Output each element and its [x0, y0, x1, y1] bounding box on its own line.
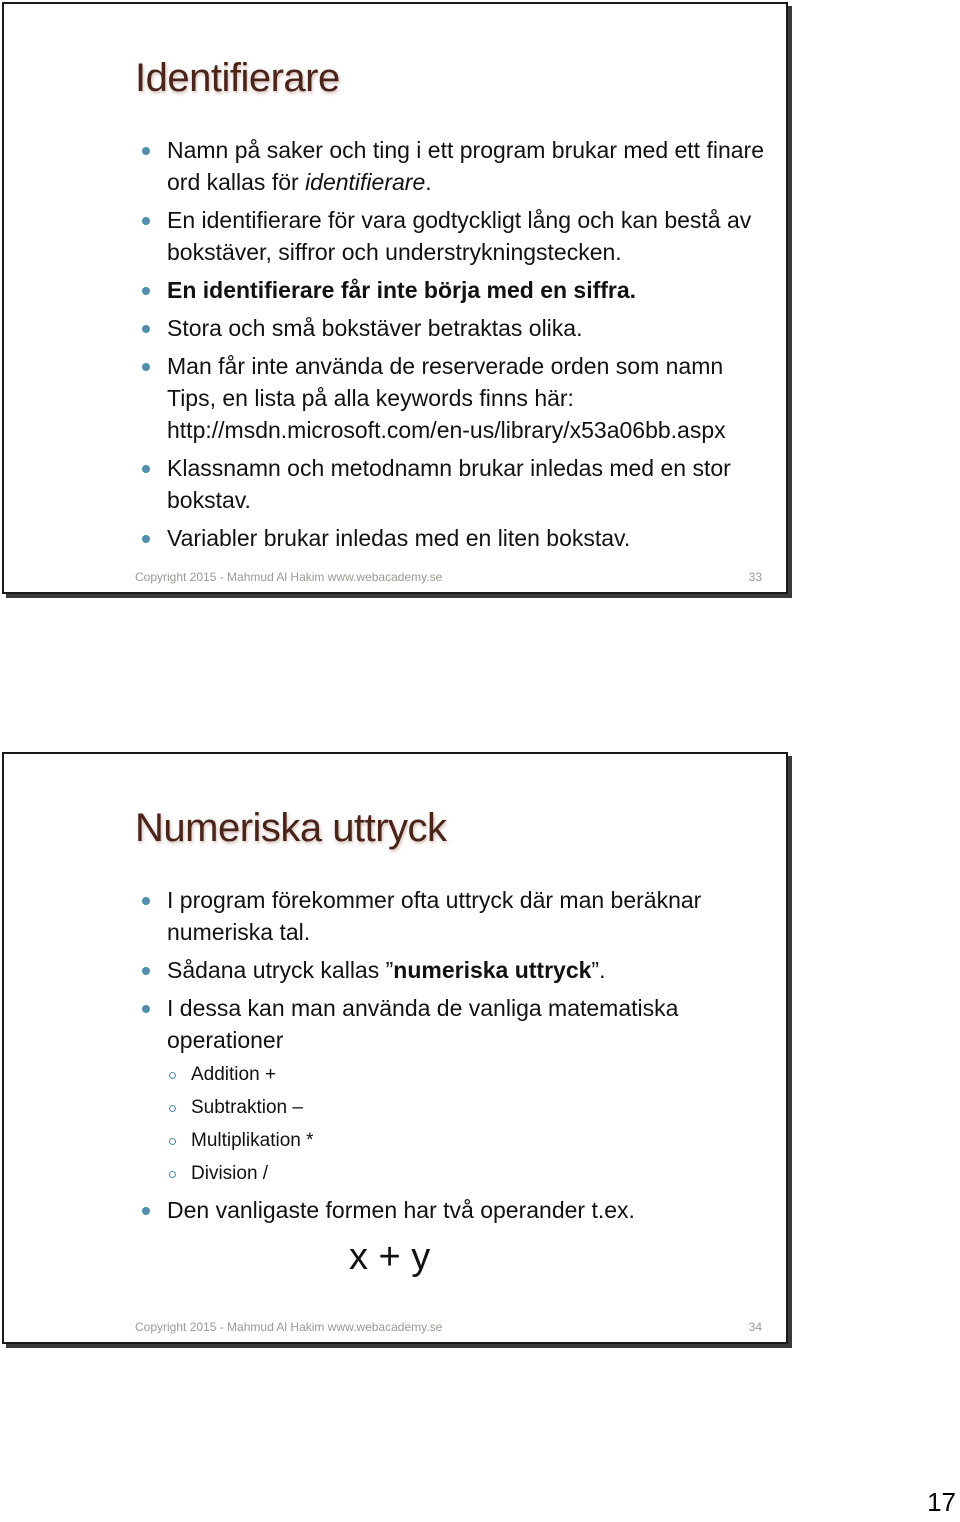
bullet-item: En identifierare för vara godtyckligt lå… [137, 204, 777, 268]
bullet-item: Man får inte använda de reserverade orde… [137, 350, 777, 446]
bullet-text: Klassnamn och metodnamn brukar inledas m… [167, 455, 731, 513]
sub-bullet-ring-icon [169, 1072, 176, 1079]
bullet-text: En identifierare får inte börja med en s… [167, 277, 637, 303]
sub-bullet-ring-icon [169, 1105, 176, 1112]
bullet-text: En identifierare för vara godtyckligt lå… [167, 207, 752, 265]
bullet-text: Sådana utryck kallas ” [167, 957, 394, 983]
sub-bullet-text: Multiplikation * [191, 1130, 314, 1151]
bullet-text: Man får inte använda de reserverade orde… [167, 353, 726, 443]
bullet-dot-icon [142, 147, 150, 155]
slide-34: Numeriska uttryck I program förekommer o… [2, 752, 788, 1344]
bullet-dot-icon [142, 465, 150, 473]
slide-title: Identifierare [135, 56, 340, 100]
bullet-item: Den vanligaste formen har två operander … [137, 1194, 777, 1226]
bullet-item: En identifierare får inte börja med en s… [137, 274, 777, 306]
bullet-dot-icon [142, 967, 150, 975]
sub-bullet-item: Multiplikation * [137, 1128, 777, 1154]
bullet-item: Klassnamn och metodnamn brukar inledas m… [137, 452, 777, 516]
bullet-dot-icon [142, 535, 150, 543]
bullet-item: Stora och små bokstäver betraktas olika. [137, 312, 777, 344]
bullet-dot-icon [142, 363, 150, 371]
slide-33: Identifierare Namn på saker och ting i e… [2, 2, 788, 594]
sub-bullet-item: Division / [137, 1161, 777, 1187]
sub-bullet-ring-icon [169, 1138, 176, 1145]
bullet-emphasis: identifierare [305, 169, 426, 195]
bullet-strong: numeriska uttryck [393, 957, 592, 983]
sub-bullet-text: Division / [191, 1163, 269, 1184]
bullet-text: I program förekommer ofta uttryck där ma… [167, 887, 702, 945]
bullet-text: Variabler brukar inledas med en liten bo… [167, 525, 631, 551]
bullet-item: Variabler brukar inledas med en liten bo… [137, 522, 777, 554]
sub-bullet-text: Addition + [191, 1064, 277, 1085]
slide-footer: Copyright 2015 - Mahmud Al Hakim www.web… [135, 1320, 443, 1334]
bullet-text: Namn på saker och ting i ett program bru… [167, 137, 765, 195]
example-expression: x + y [349, 1236, 431, 1278]
bullet-dot-icon [142, 217, 150, 225]
bullet-list: Namn på saker och ting i ett program bru… [137, 134, 777, 560]
bullet-item: Sådana utryck kallas ”numeriska uttryck”… [137, 954, 777, 986]
bullet-item: Namn på saker och ting i ett program bru… [137, 134, 777, 198]
bullet-text-end: . [425, 169, 432, 195]
bullet-dot-icon [142, 325, 150, 333]
bullet-list: I program förekommer ofta uttryck där ma… [137, 884, 777, 1232]
bullet-text-end: ”. [591, 957, 606, 983]
bullet-item: I dessa kan man använda de vanliga matem… [137, 992, 777, 1056]
bullet-dot-icon [142, 1005, 150, 1013]
sub-bullet-text: Subtraktion – [191, 1097, 303, 1118]
bullet-text: Stora och små bokstäver betraktas olika. [167, 315, 583, 341]
sub-bullet-item: Subtraktion – [137, 1095, 777, 1121]
slide-title: Numeriska uttryck [135, 806, 447, 850]
slide-number: 34 [748, 1320, 762, 1334]
bullet-text: Den vanligaste formen har två operander … [167, 1197, 635, 1223]
bullet-item: I program förekommer ofta uttryck där ma… [137, 884, 777, 948]
bullet-dot-icon [142, 287, 150, 295]
bullet-dot-icon [142, 1207, 150, 1215]
sub-bullet-ring-icon [169, 1171, 176, 1178]
bullet-text: I dessa kan man använda de vanliga matem… [167, 995, 679, 1053]
bullet-dot-icon [142, 897, 150, 905]
slide-footer: Copyright 2015 - Mahmud Al Hakim www.web… [135, 570, 443, 584]
sub-bullet-item: Addition + [137, 1062, 777, 1088]
slide-number: 33 [748, 570, 762, 584]
document-page-number: 17 [927, 1487, 956, 1517]
